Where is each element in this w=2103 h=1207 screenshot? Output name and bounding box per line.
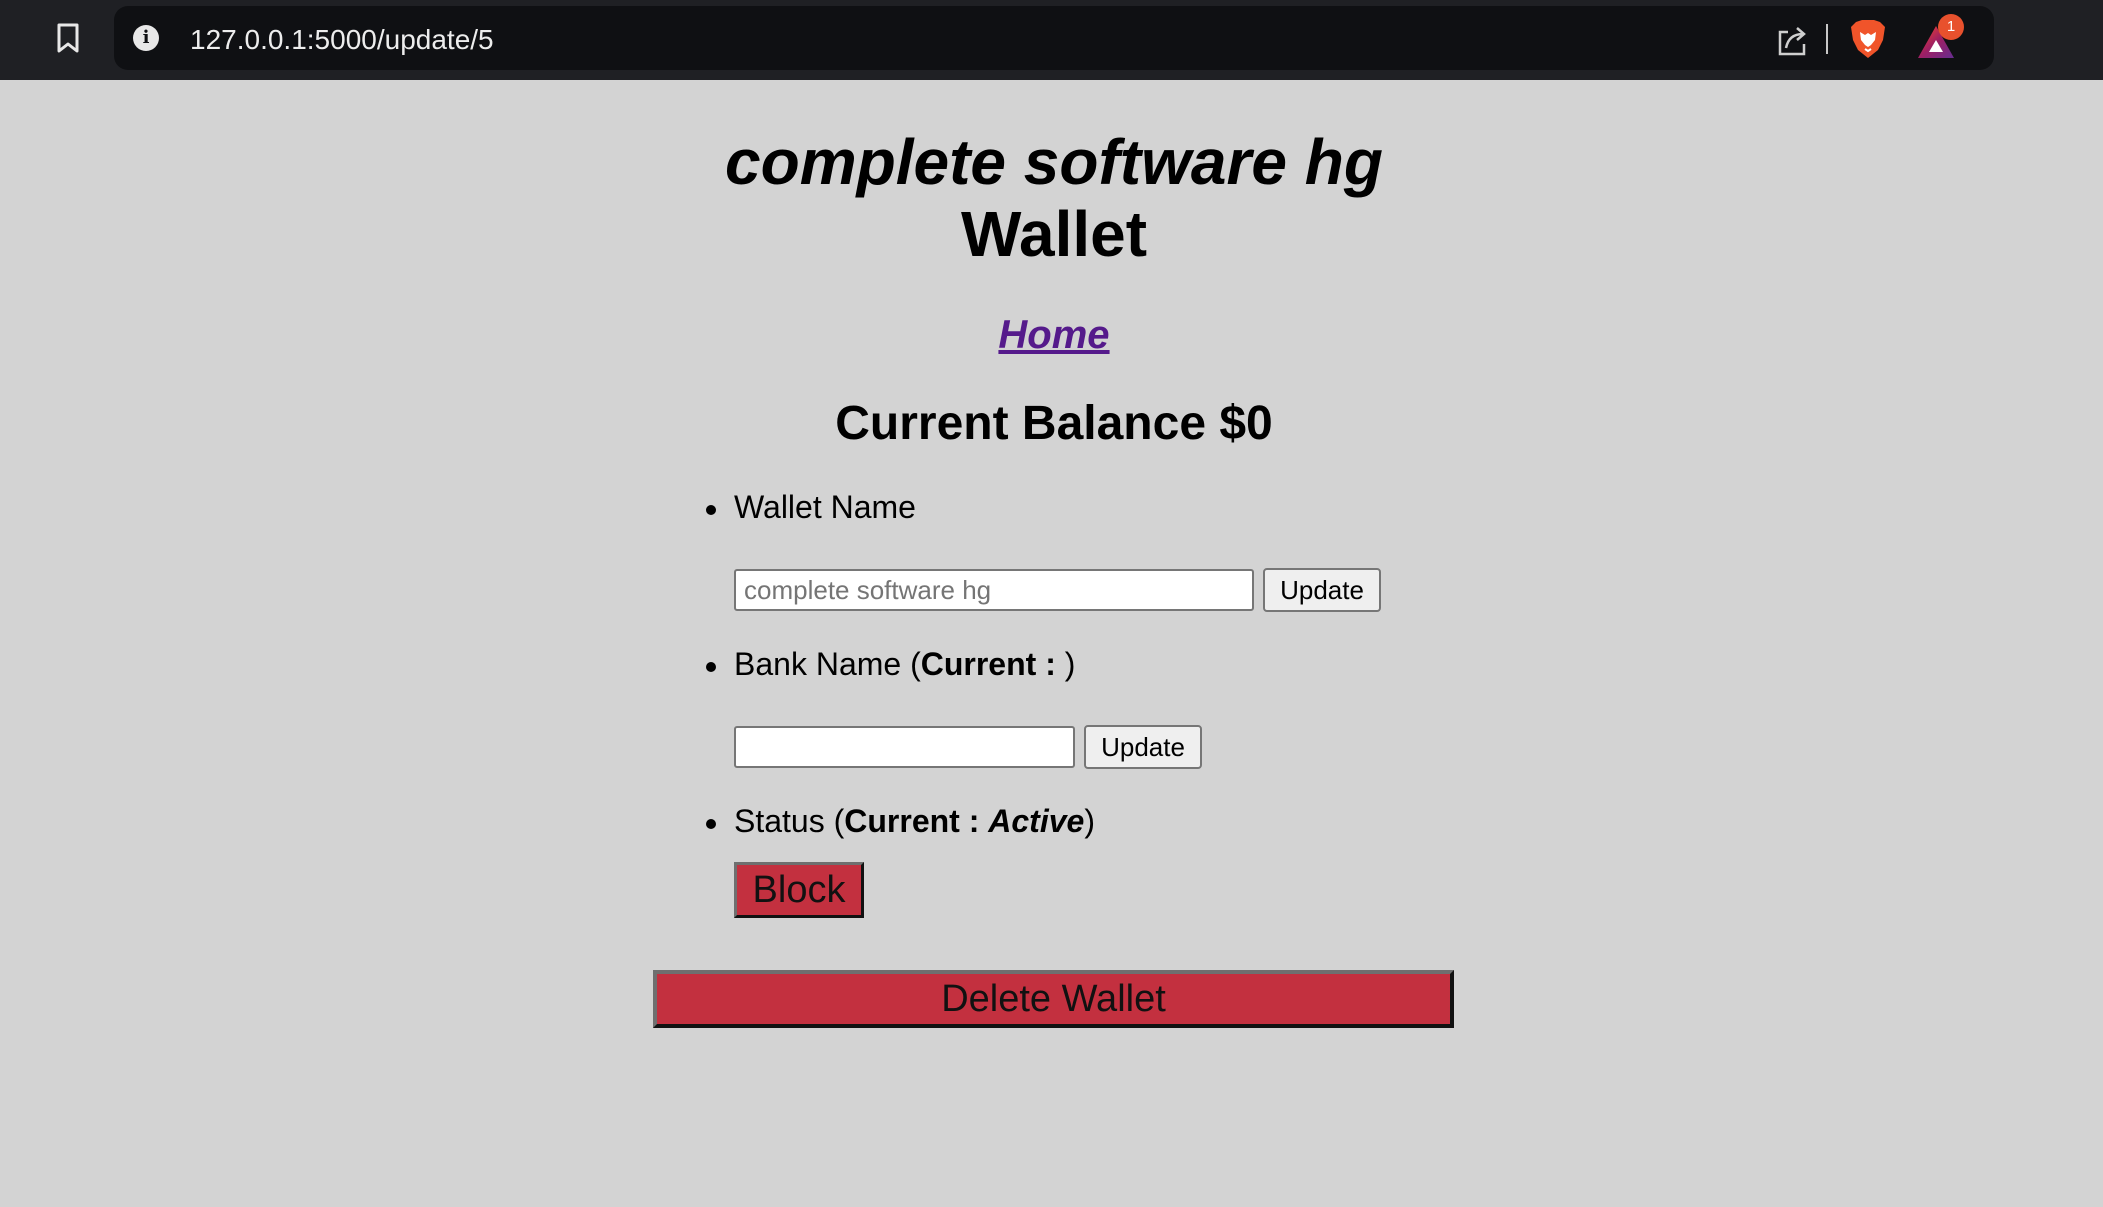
status-current-label: Current : <box>844 803 989 839</box>
delete-wallet-button[interactable]: Delete Wallet <box>653 970 1454 1028</box>
status-label-prefix: Status ( <box>734 803 845 839</box>
page-content: complete software hg Wallet Home Current… <box>0 80 2103 1207</box>
page-title-wallet-name: complete software hg <box>725 126 1383 198</box>
list-bullet <box>706 819 716 829</box>
brave-lion-icon[interactable] <box>1848 18 1888 60</box>
list-bullet <box>706 505 716 515</box>
home-link-container: Home <box>0 313 2103 358</box>
update-bank-name-button[interactable]: Update <box>1084 725 1202 769</box>
toolbar-divider <box>1826 24 1828 54</box>
update-wallet-name-button[interactable]: Update <box>1263 568 1381 612</box>
share-icon[interactable] <box>1774 22 1810 58</box>
list-bullet <box>706 662 716 672</box>
info-icon[interactable]: i <box>133 25 159 51</box>
bank-name-label: Bank Name (Current : ) <box>734 646 1075 683</box>
browser-toolbar: i 127.0.0.1:5000/update/5 1 <box>0 0 2103 80</box>
block-button[interactable]: Block <box>734 862 864 918</box>
bank-name-label-suffix: ) <box>1064 646 1076 682</box>
status-label: Status (Current : Active) <box>734 803 1095 840</box>
address-bar[interactable]: i 127.0.0.1:5000/update/5 1 <box>114 6 1994 70</box>
status-current-value: Active <box>988 803 1085 839</box>
url-text[interactable]: 127.0.0.1:5000/update/5 <box>190 24 494 56</box>
bank-name-label-prefix: Bank Name ( <box>734 646 921 682</box>
wallet-name-input[interactable] <box>734 569 1254 611</box>
status-label-suffix: ) <box>1084 803 1095 839</box>
page-title-wallet: Wallet <box>960 198 1148 270</box>
home-link[interactable]: Home <box>998 313 1109 357</box>
bank-name-current-label: Current : <box>920 646 1065 682</box>
wallet-name-label: Wallet Name <box>734 489 916 525</box>
current-balance: Current Balance $0 <box>835 397 1273 450</box>
bank-name-input[interactable] <box>734 726 1075 768</box>
bookmark-icon[interactable] <box>50 20 86 56</box>
rewards-badge: 1 <box>1938 14 1964 40</box>
